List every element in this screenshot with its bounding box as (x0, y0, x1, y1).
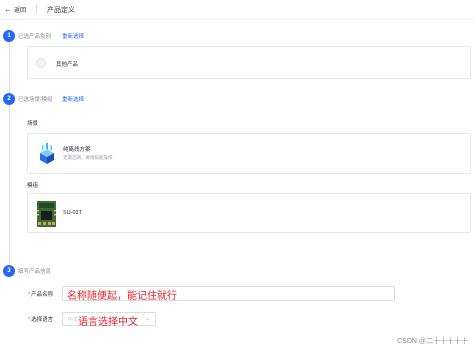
top-bar: ← 返回 产品定义 (0, 0, 474, 20)
scene-description: 无需连网，离线技能操作 (63, 155, 113, 160)
step-2-reselect-link[interactable]: 重新选择 (62, 95, 84, 103)
watermark: CSDN @二十十十十十 (397, 338, 468, 345)
step-2-badge: 2 (3, 93, 15, 105)
scene-card[interactable]: 纯离线方案 无需连网，离线技能操作 (27, 133, 471, 174)
step-2-title: 已选场景/模组 (18, 97, 53, 103)
step-3-title: 填写产品信息 (18, 269, 52, 275)
cube-icon (40, 143, 54, 164)
step-1-badge: 1 (3, 30, 15, 42)
arrow-left-icon: ← (4, 4, 12, 14)
language-value: 中文 (68, 317, 79, 323)
step-3-badge: 3 (3, 265, 15, 277)
language-annotation: 语言选择中文 (78, 317, 138, 328)
module-section-label: 模组 (27, 183, 39, 189)
back-button[interactable]: ← 返回 (4, 5, 26, 14)
language-label: *选择语言 (28, 317, 54, 323)
scene-section-label: 场景 (27, 121, 39, 127)
step-1-reselect-link[interactable]: 重新选择 (62, 32, 84, 40)
module-board-image (37, 201, 56, 227)
product-name-label: *产品名称 (28, 292, 54, 298)
page-title: 产品定义 (47, 6, 76, 14)
chevron-down-icon: ⌄ (144, 316, 150, 322)
header-divider (36, 5, 38, 14)
module-name: SU-03T (63, 210, 82, 216)
category-radio[interactable] (36, 58, 46, 68)
step-1-title: 已选产品类别 (18, 34, 52, 40)
module-card[interactable]: SU-03T (27, 193, 471, 233)
category-label: 其他产品 (56, 62, 79, 68)
back-label: 返回 (14, 8, 27, 14)
name-annotation: 名称随便起，能记住就行 (67, 291, 177, 302)
step-rail (9, 37, 10, 269)
category-card[interactable]: 其他产品 (27, 46, 471, 79)
scene-title: 纯离线方案 (63, 147, 91, 153)
